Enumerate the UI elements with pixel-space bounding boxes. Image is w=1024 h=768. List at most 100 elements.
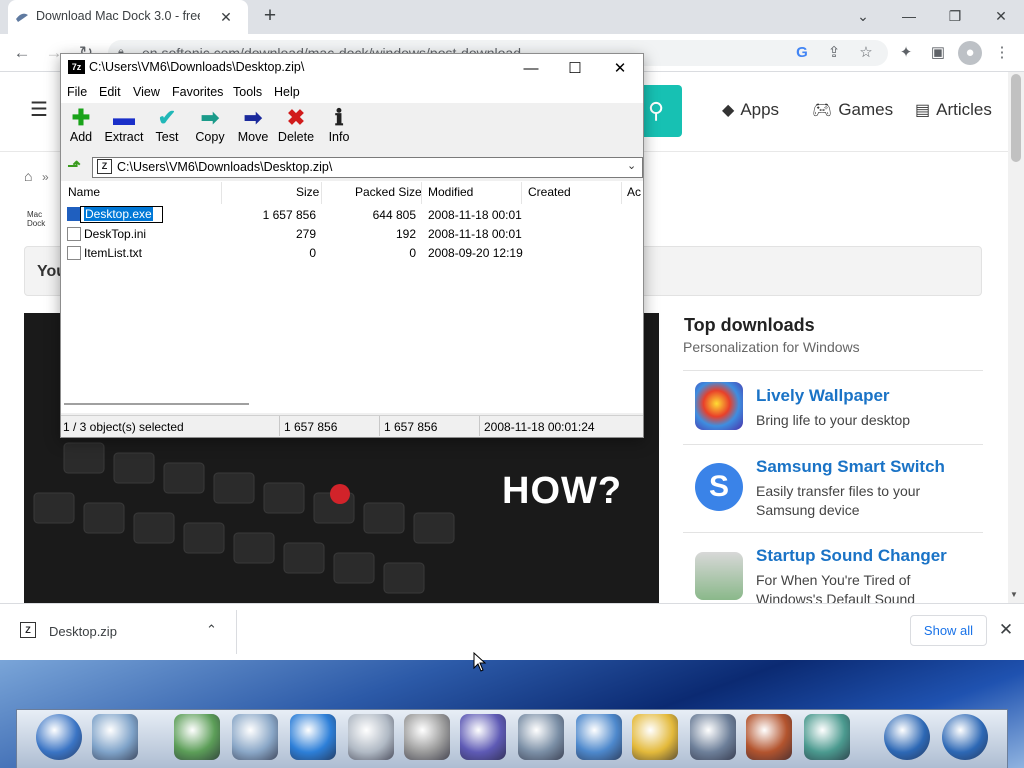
close-download-bar-icon[interactable]: ✕ [997,620,1015,640]
new-tab-button[interactable]: + [258,5,282,29]
download-title[interactable]: Lively Wallpaper [756,386,890,406]
column-divider[interactable] [621,182,622,204]
chevron-down-icon[interactable]: ⌄ [627,159,636,172]
tab-close-icon[interactable]: ✕ [216,7,236,27]
tab-search-icon[interactable]: ⌄ [840,0,886,32]
chevron-up-icon[interactable]: ⌃ [206,622,217,638]
restore-button[interactable]: ❐ [932,0,978,32]
7zip-minimize-button[interactable]: — [508,54,554,84]
extract-icon: ▬ [113,105,135,130]
download-description: For When You're Tired of Windows's Defau… [756,572,916,603]
download-title[interactable]: Samsung Smart Switch [756,457,945,477]
column-packed-size[interactable]: Packed Size [355,185,422,199]
keychain-icon[interactable] [36,714,82,760]
download-file-name[interactable]: Desktop.zip [49,624,117,639]
mail-icon[interactable] [232,714,278,760]
add-button[interactable]: ✚ Add [59,106,103,145]
star-icon[interactable]: ☆ [854,41,878,65]
menu-edit[interactable]: Edit [99,85,121,99]
path-text: C:\Users\VM6\Downloads\Desktop.zip\ [117,160,333,174]
minimize-button[interactable]: — [886,0,932,32]
hero-text: HOW? [502,470,623,512]
menu-icon[interactable]: ⋮ [990,41,1014,65]
file-name[interactable]: DeskTop.ini [84,227,146,241]
file-modified: 2008-11-18 00:01 [428,227,522,241]
horizontal-scrollbar[interactable] [64,403,249,405]
nav-games[interactable]: 🎮︎ Games [812,100,893,120]
column-size[interactable]: Size [296,185,319,199]
sidebar-icon[interactable]: ▣ [926,41,950,65]
show-all-button[interactable]: Show all [910,615,987,646]
cube-app-icon[interactable] [460,714,506,760]
column-accessed[interactable]: Ac [627,185,641,199]
gamepad-icon: 🎮︎ [812,102,833,119]
nav-articles[interactable]: ▤ Articles [915,100,992,120]
delete-icon: ✖ [286,105,306,130]
file-modified: 2008-09-20 12:19 [428,246,523,260]
articles-icon: ▤ [915,102,931,119]
menu-tools[interactable]: Tools [233,85,262,99]
info-button[interactable]: ℹ Info [317,106,361,145]
copy-button[interactable]: ➡ Copy [188,106,232,145]
file-name[interactable]: Desktop.exe [84,207,153,221]
scrollbar-thumb[interactable] [1011,74,1021,162]
hard-drive-icon[interactable] [518,714,564,760]
menu-file[interactable]: File [67,85,87,99]
nav-apps[interactable]: ◆ Apps [722,100,779,120]
move-button[interactable]: ➡ Move [231,105,275,145]
column-created[interactable]: Created [528,185,571,199]
column-divider[interactable] [421,182,422,204]
back-button[interactable]: ← [9,40,35,66]
music-player-icon[interactable] [690,714,736,760]
scroll-down-arrow-icon[interactable]: ▼ [1010,590,1018,599]
file-packed-size: 0 [409,246,416,260]
test-button[interactable]: ✔ Test [145,105,189,145]
hamburger-menu-icon[interactable]: ☰ [30,100,50,120]
profile-icon[interactable]: ● [958,41,982,65]
column-divider[interactable] [321,182,322,204]
trash-icon[interactable] [92,714,138,760]
power-icon[interactable] [942,714,988,760]
column-modified[interactable]: Modified [428,185,473,199]
file-size: 0 [309,246,316,260]
search-magnifier-icon[interactable] [348,714,394,760]
7zip-app-icon: 7z [68,60,85,74]
internet-explorer-icon[interactable] [290,714,336,760]
download-title[interactable]: Startup Sound Changer [756,546,947,566]
app-logo: Mac Dock [27,210,46,228]
menu-favorites[interactable]: Favorites [172,85,223,99]
text-document-icon[interactable] [404,714,450,760]
test-icon: ✔ [157,105,177,130]
menu-view[interactable]: View [133,85,160,99]
share-icon[interactable]: ⇪ [822,41,846,65]
clock-folder-icon[interactable] [576,714,622,760]
lively-wallpaper-icon [695,382,743,430]
up-folder-icon[interactable]: ⬏ [64,157,84,177]
settings-hexagon-icon[interactable] [632,714,678,760]
network-computer-icon[interactable] [174,714,220,760]
column-name[interactable]: Name [68,185,100,199]
exe-file-icon [67,207,81,221]
restart-icon[interactable] [884,714,930,760]
menu-help[interactable]: Help [274,85,300,99]
7zip-close-button[interactable]: ✕ [597,54,643,84]
breadcrumb-separator: » [42,170,49,184]
7zip-maximize-button[interactable]: ☐ [552,54,598,84]
google-icon[interactable]: G [790,41,814,65]
status-divider [479,416,480,436]
move-label: Move [237,130,269,144]
close-window-button[interactable]: ✕ [978,0,1024,32]
extract-button[interactable]: ▬ Extract [102,105,146,145]
media-player-icon[interactable] [746,714,792,760]
home-icon[interactable]: ⌂ [24,168,32,184]
zip-file-icon: Z [97,159,112,174]
samsung-smart-switch-icon: S [695,463,743,511]
file-name[interactable]: ItemList.txt [84,246,142,260]
extensions-icon[interactable]: ✦ [894,41,918,65]
paint-icon[interactable] [804,714,850,760]
copy-label: Copy [195,130,225,144]
delete-button[interactable]: ✖ Delete [274,105,318,145]
move-icon: ➡ [243,105,263,130]
column-divider[interactable] [521,182,522,204]
column-divider[interactable] [221,182,222,204]
